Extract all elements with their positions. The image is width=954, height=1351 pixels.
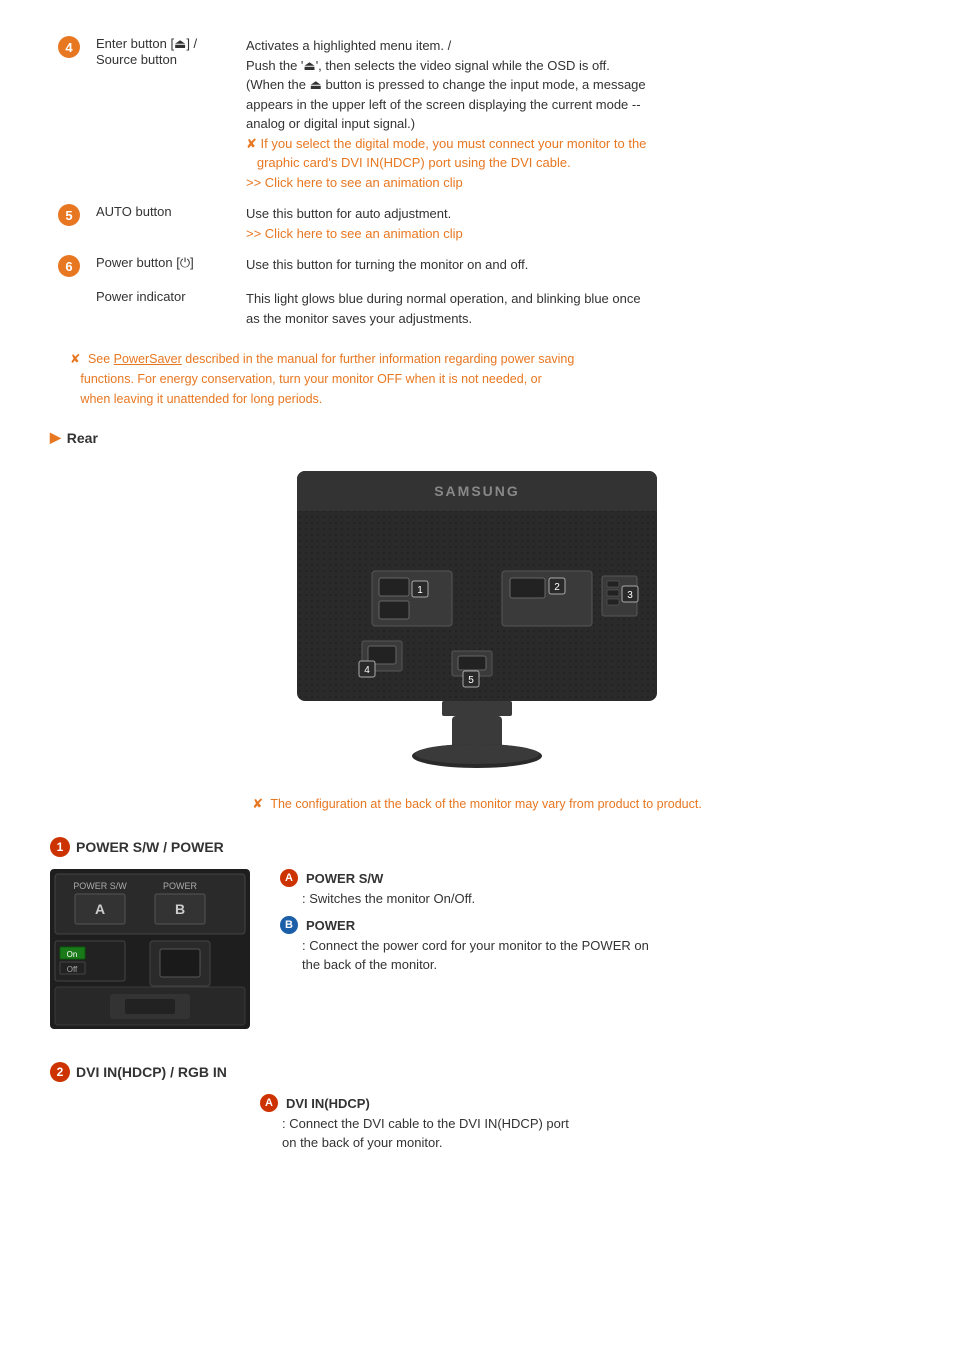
button-description-table: 4 Enter button [⏏] /Source button Activa…	[50, 30, 904, 334]
connector-1-image: POWER S/W POWER A B On Off	[50, 869, 250, 1032]
power-connector-svg: POWER S/W POWER A B On Off	[50, 869, 250, 1029]
power-sw-item: A POWER S/W : Switches the monitor On/Of…	[280, 869, 904, 908]
svg-text:3: 3	[627, 590, 633, 601]
power-desc: : Connect the power cord for your monito…	[302, 936, 904, 975]
animation-clip-link-4[interactable]: >> Click here to see an animation clip	[246, 175, 463, 190]
button-4-name: Enter button [⏏] /Source button	[88, 30, 238, 198]
svg-text:POWER S/W: POWER S/W	[73, 881, 127, 891]
dvi-item: A DVI IN(HDCP) : Connect the DVI cable t…	[260, 1094, 904, 1153]
power-label: POWER	[306, 916, 355, 936]
svg-text:5: 5	[468, 675, 474, 686]
svg-text:POWER: POWER	[163, 881, 198, 891]
button-5-name: AUTO button	[88, 198, 238, 249]
rear-title-icon: ▶	[50, 429, 61, 446]
rear-title: ▶ Rear	[50, 429, 904, 446]
connector-2-desc: A DVI IN(HDCP) : Connect the DVI cable t…	[260, 1094, 904, 1161]
svg-text:Off: Off	[67, 965, 78, 974]
svg-text:A: A	[95, 901, 105, 917]
svg-text:4: 4	[364, 665, 370, 676]
rear-title-text: Rear	[67, 430, 98, 446]
connector-1-row: POWER S/W POWER A B On Off	[50, 869, 904, 1032]
connector-section-2: 2 DVI IN(HDCP) / RGB IN A DVI IN(HDCP) :…	[50, 1062, 904, 1161]
power-sw-label: POWER S/W	[306, 869, 383, 889]
config-note-text: The configuration at the back of the mon…	[270, 797, 701, 811]
svg-text:B: B	[175, 901, 185, 917]
button-6-desc: Use this button for turning the monitor …	[238, 249, 904, 283]
power-indicator-label: Power indicator	[88, 283, 238, 334]
button-number-5: 5	[58, 204, 80, 226]
monitor-back-image: SAMSUNG 1 2 3	[50, 466, 904, 776]
label-a-dvi: A	[260, 1094, 278, 1112]
label-a-power-sw: A	[280, 869, 298, 887]
connector-number-1: 1	[50, 837, 70, 857]
power-saver-link[interactable]: PowerSaver	[114, 352, 182, 366]
svg-text:On: On	[67, 950, 78, 959]
connector-2-title: 2 DVI IN(HDCP) / RGB IN	[50, 1062, 904, 1082]
button-number-4: 4	[58, 36, 80, 58]
connector-1-title-text: POWER S/W / POWER	[76, 839, 224, 855]
power-saver-note: ✘ See PowerSaver described in the manual…	[70, 349, 904, 409]
button-6-name: Power button [⏻]	[88, 249, 238, 283]
connector-1-desc: A POWER S/W : Switches the monitor On/Of…	[280, 869, 904, 983]
animation-clip-link-5[interactable]: >> Click here to see an animation clip	[246, 226, 463, 241]
button-number-6: 6	[58, 255, 80, 277]
dvi-label: DVI IN(HDCP)	[286, 1094, 370, 1114]
power-sw-desc: : Switches the monitor On/Off.	[302, 889, 904, 909]
connector-2-row: A DVI IN(HDCP) : Connect the DVI cable t…	[50, 1094, 904, 1161]
power-indicator-desc: This light glows blue during normal oper…	[238, 283, 904, 334]
connector-1-title: 1 POWER S/W / POWER	[50, 837, 904, 857]
x-mark-icon: ✘	[252, 796, 263, 811]
svg-text:SAMSUNG: SAMSUNG	[434, 483, 520, 499]
config-note: ✘ The configuration at the back of the m…	[50, 796, 904, 812]
dvi-desc: : Connect the DVI cable to the DVI IN(HD…	[282, 1114, 904, 1153]
monitor-svg: SAMSUNG 1 2 3	[267, 466, 687, 776]
label-b-power: B	[280, 916, 298, 934]
connector-2-title-text: DVI IN(HDCP) / RGB IN	[76, 1064, 227, 1080]
button-5-desc: Use this button for auto adjustment. >> …	[238, 198, 904, 249]
connector-number-2: 2	[50, 1062, 70, 1082]
rear-section: ▶ Rear SAMSUNG	[50, 429, 904, 812]
connector-section-1: 1 POWER S/W / POWER POWER S/W POWER A B	[50, 837, 904, 1032]
svg-text:2: 2	[554, 582, 560, 593]
button-4-desc: Activates a highlighted menu item. / Pus…	[238, 30, 904, 198]
svg-text:1: 1	[417, 585, 423, 596]
power-item: B POWER : Connect the power cord for you…	[280, 916, 904, 975]
